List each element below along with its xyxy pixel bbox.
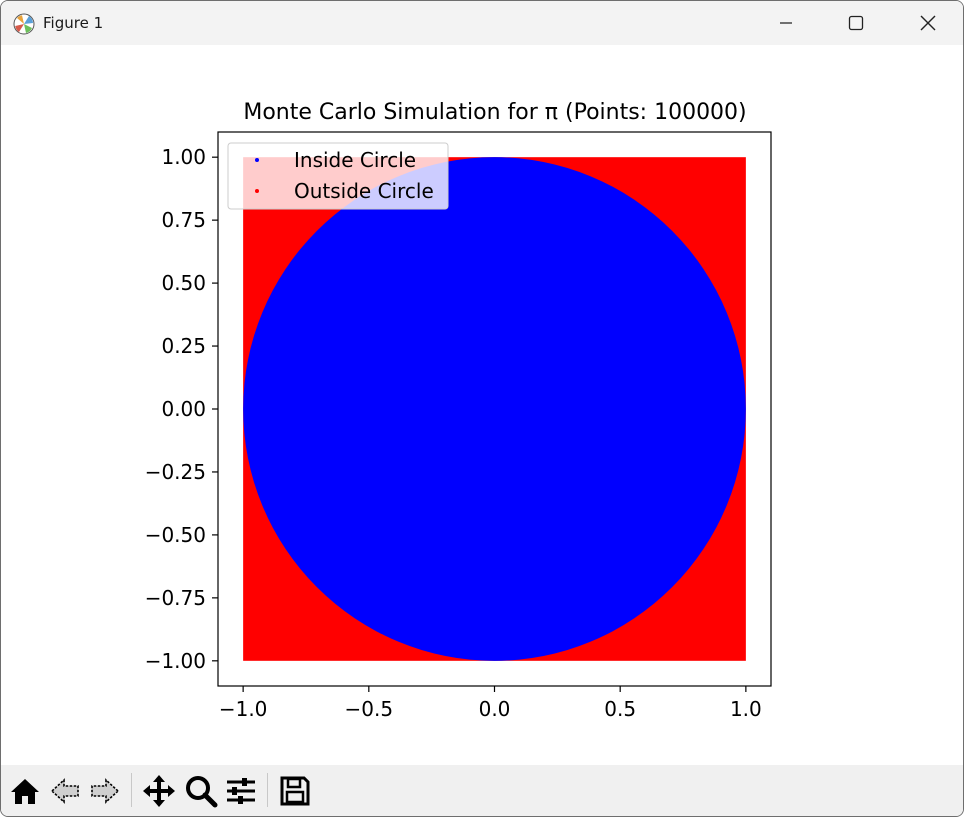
y-tick-label: −0.75 <box>145 586 206 610</box>
y-tick-label: −0.50 <box>145 523 206 547</box>
zoom-button[interactable] <box>183 773 219 809</box>
legend: Inside Circle Outside Circle <box>227 142 449 210</box>
forward-button[interactable] <box>87 773 123 809</box>
configure-subplots-button[interactable] <box>223 773 259 809</box>
inside-circle-points <box>243 157 746 661</box>
save-icon <box>279 775 311 807</box>
y-tick-label: 0.25 <box>161 334 206 358</box>
zoom-icon <box>184 774 218 808</box>
maximize-button[interactable] <box>821 1 891 45</box>
title-bar[interactable]: Figure 1 <box>1 1 963 45</box>
minimize-button[interactable] <box>751 1 821 45</box>
y-tick-label: 0.75 <box>161 208 206 232</box>
toolbar-separator <box>267 773 268 807</box>
x-tick-label: 0.5 <box>604 697 636 721</box>
y-tick-label: −0.25 <box>145 460 206 484</box>
legend-label: Outside Circle <box>294 179 434 203</box>
figure-window: Figure 1 Monte Carlo Simulation for π (P… <box>0 0 964 817</box>
navigation-toolbar <box>1 765 963 816</box>
window-title: Figure 1 <box>43 14 104 32</box>
x-axis: −1.0 −0.5 0.0 0.5 1.0 <box>219 686 762 721</box>
home-button[interactable] <box>7 773 43 809</box>
toolbar-separator <box>131 773 132 807</box>
back-icon <box>49 775 81 807</box>
matplotlib-logo-icon <box>13 13 35 35</box>
close-icon <box>919 14 937 32</box>
chart-title: Monte Carlo Simulation for π (Points: 10… <box>243 100 746 125</box>
y-tick-label: 1.00 <box>161 145 206 169</box>
pan-icon <box>142 774 176 808</box>
y-axis: 1.00 0.75 0.50 0.25 0.00 −0.25 −0.50 −0.75 −1.00 <box>145 145 218 673</box>
x-tick-label: 1.0 <box>730 697 762 721</box>
pan-button[interactable] <box>141 773 177 809</box>
y-tick-label: −1.00 <box>145 649 206 673</box>
scatter-plot: Monte Carlo Simulation for π (Points: 10… <box>145 100 772 721</box>
legend-label: Inside Circle <box>294 148 416 172</box>
x-tick-label: 0.0 <box>479 697 511 721</box>
minimize-icon <box>778 15 794 31</box>
x-tick-label: −1.0 <box>219 697 268 721</box>
x-tick-label: −0.5 <box>345 697 394 721</box>
forward-icon <box>89 775 121 807</box>
legend-marker <box>255 158 259 162</box>
legend-marker <box>255 189 259 193</box>
save-button[interactable] <box>277 773 313 809</box>
close-button[interactable] <box>893 1 963 45</box>
plot-area <box>243 157 746 661</box>
y-tick-label: 0.00 <box>161 397 206 421</box>
home-icon <box>9 775 41 807</box>
configure-subplots-icon <box>224 774 258 808</box>
y-tick-label: 0.50 <box>161 271 206 295</box>
back-button[interactable] <box>47 773 83 809</box>
maximize-icon <box>848 15 864 31</box>
figure-canvas[interactable]: Monte Carlo Simulation for π (Points: 10… <box>1 45 963 765</box>
